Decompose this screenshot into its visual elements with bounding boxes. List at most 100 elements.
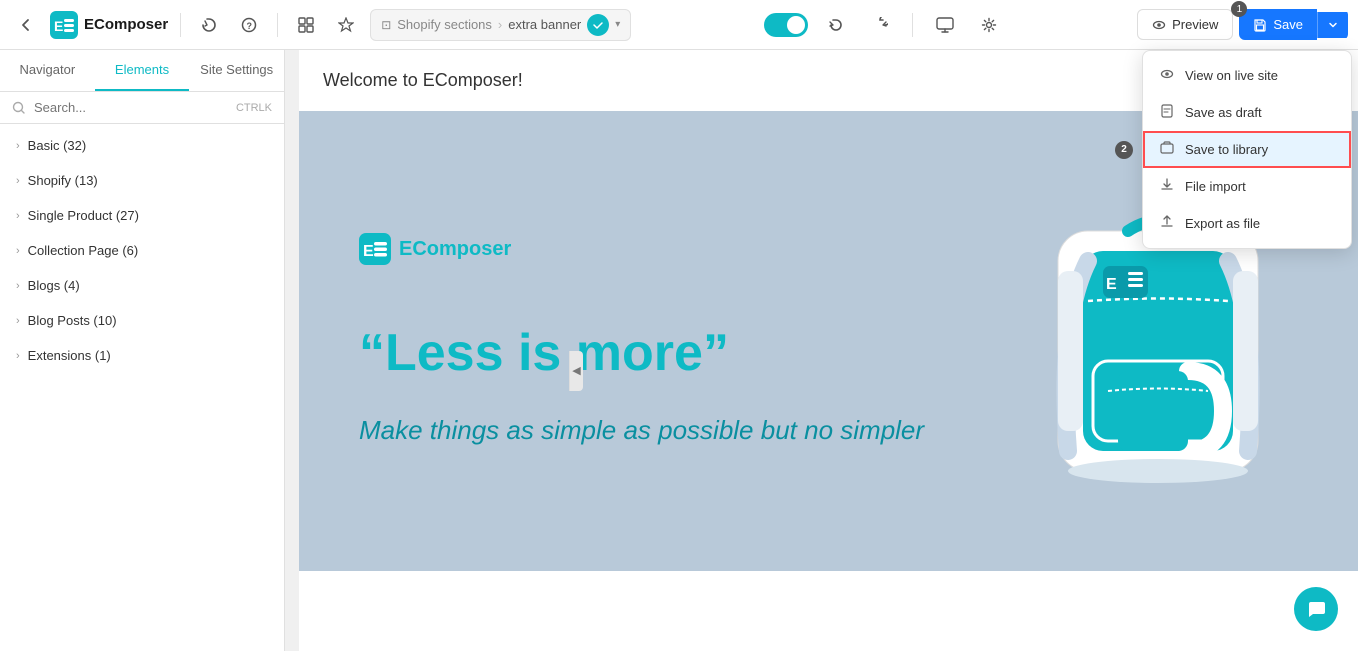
save-label: Save — [1273, 17, 1303, 32]
banner-logo-text: EComposer — [399, 238, 511, 261]
draft-icon — [1159, 104, 1175, 121]
dropdown-save-library-label: Save to library — [1185, 142, 1268, 157]
search-icon — [12, 101, 26, 115]
list-item-collection-page[interactable]: › Collection Page (6) — [0, 233, 284, 268]
left-panel: Navigator Elements Site Settings CTRLK ›… — [0, 50, 285, 651]
breadcrumb[interactable]: ⊡ Shopify sections › extra banner ▾ — [370, 9, 631, 41]
dropdown-view-live-label: View on live site — [1185, 68, 1278, 83]
list-item-collection-page-label: Collection Page (6) — [28, 243, 139, 258]
app-logo: E EComposer — [50, 11, 168, 39]
list-item-blog-posts-label: Blog Posts (10) — [28, 313, 117, 328]
element-icon — [338, 17, 354, 33]
history-icon — [201, 17, 217, 33]
redo-icon — [872, 17, 888, 33]
panel-list: › Basic (32) › Shopify (13) › Single Pro… — [0, 124, 284, 651]
redo-button[interactable] — [864, 9, 896, 41]
arrow-icon-single-product: › — [16, 210, 20, 222]
search-bar[interactable]: CTRLK — [0, 92, 284, 124]
toolbar: E EComposer ? — [0, 0, 1358, 50]
library-icon — [1159, 141, 1175, 158]
save-icon — [1253, 18, 1267, 32]
toolbar-right-group: Preview Save 1 — [1137, 9, 1348, 40]
arrow-icon-blog-posts: › — [16, 315, 20, 327]
publish-toggle[interactable] — [764, 13, 808, 37]
chat-widget[interactable] — [1294, 587, 1338, 631]
check-icon — [592, 19, 604, 31]
search-input[interactable] — [34, 100, 228, 115]
toolbar-center-group — [639, 9, 1129, 41]
arrow-icon-basic: › — [16, 140, 20, 152]
panel-collapse-handle[interactable]: ◀ — [569, 351, 583, 391]
breadcrumb-separator: › — [498, 17, 502, 32]
desktop-view-button[interactable] — [929, 9, 961, 41]
list-item-basic-label: Basic (32) — [28, 138, 87, 153]
chevron-down-icon — [1328, 20, 1338, 30]
banner-content: E EComposer “Less is more” Make things a… — [359, 233, 1298, 449]
dropdown-save-library[interactable]: Save to library 2 — [1143, 131, 1351, 168]
dropdown-export-file-label: Export as file — [1185, 216, 1260, 231]
panel-tabs: Navigator Elements Site Settings — [0, 50, 284, 92]
banner-subtext: Make things as simple as possible but no… — [359, 412, 1298, 448]
tab-elements[interactable]: Elements — [95, 50, 190, 91]
back-button[interactable] — [10, 9, 42, 41]
back-icon — [18, 17, 34, 33]
help-button[interactable]: ? — [233, 9, 265, 41]
list-item-single-product-label: Single Product (27) — [28, 208, 139, 223]
breadcrumb-page-icon: ⊡ — [381, 18, 391, 32]
save-button-group: Save 1 — [1239, 9, 1348, 40]
callout-badge-2: 2 — [1115, 141, 1133, 159]
layout-icon — [298, 17, 314, 33]
dropdown-save-draft-label: Save as draft — [1185, 105, 1262, 120]
settings-button[interactable] — [973, 9, 1005, 41]
undo-icon — [828, 17, 844, 33]
desktop-icon — [936, 17, 954, 33]
list-item-extensions[interactable]: › Extensions (1) — [0, 338, 284, 373]
dropdown-file-import[interactable]: File import — [1143, 168, 1351, 205]
preview-label: Preview — [1172, 17, 1218, 32]
eye-icon — [1152, 18, 1166, 32]
arrow-icon-extensions: › — [16, 350, 20, 362]
search-shortcut: CTRLK — [236, 102, 272, 114]
breadcrumb-section: Shopify sections — [397, 17, 492, 32]
undo-button[interactable] — [820, 9, 852, 41]
tab-navigator[interactable]: Navigator — [0, 50, 95, 91]
chat-icon — [1305, 598, 1327, 620]
dropdown-export-file[interactable]: Export as file — [1143, 205, 1351, 242]
breadcrumb-page-name: extra banner — [508, 17, 581, 32]
dropdown-save-draft[interactable]: Save as draft — [1143, 94, 1351, 131]
save-dropdown-button[interactable] — [1317, 12, 1348, 38]
save-dropdown-menu: View on live site Save as draft Save to … — [1142, 50, 1352, 249]
app-name: EComposer — [84, 16, 168, 33]
history-button[interactable] — [193, 9, 225, 41]
banner-logo-icon: E — [359, 233, 391, 265]
arrow-icon-blogs: › — [16, 280, 20, 292]
svg-text:E: E — [54, 18, 63, 34]
save-split-button: Save — [1239, 9, 1348, 40]
list-item-basic[interactable]: › Basic (32) — [0, 128, 284, 163]
logo-icon: E — [50, 11, 78, 39]
layout-toggle-button[interactable] — [290, 9, 322, 41]
svg-text:?: ? — [247, 21, 253, 31]
element-button[interactable] — [330, 9, 362, 41]
tab-site-settings[interactable]: Site Settings — [189, 50, 284, 91]
help-icon: ? — [241, 17, 257, 33]
list-item-blogs-label: Blogs (4) — [28, 278, 80, 293]
import-icon — [1159, 178, 1175, 195]
list-item-blog-posts[interactable]: › Blog Posts (10) — [0, 303, 284, 338]
list-item-blogs[interactable]: › Blogs (4) — [0, 268, 284, 303]
list-item-shopify[interactable]: › Shopify (13) — [0, 163, 284, 198]
dropdown-view-live[interactable]: View on live site — [1143, 57, 1351, 94]
breadcrumb-status-icon[interactable] — [587, 14, 609, 36]
toolbar-left-group: E EComposer ? — [10, 9, 631, 41]
settings-icon — [981, 17, 997, 33]
arrow-icon-collection-page: › — [16, 245, 20, 257]
divider-2 — [277, 13, 278, 37]
arrow-icon-shopify: › — [16, 175, 20, 187]
divider-3 — [912, 13, 913, 37]
divider-1 — [180, 13, 181, 37]
list-item-shopify-label: Shopify (13) — [28, 173, 98, 188]
banner-heading: “Less is more” — [359, 325, 1298, 382]
preview-button[interactable]: Preview — [1137, 9, 1233, 40]
list-item-single-product[interactable]: › Single Product (27) — [0, 198, 284, 233]
save-main-button[interactable]: Save — [1239, 9, 1317, 40]
